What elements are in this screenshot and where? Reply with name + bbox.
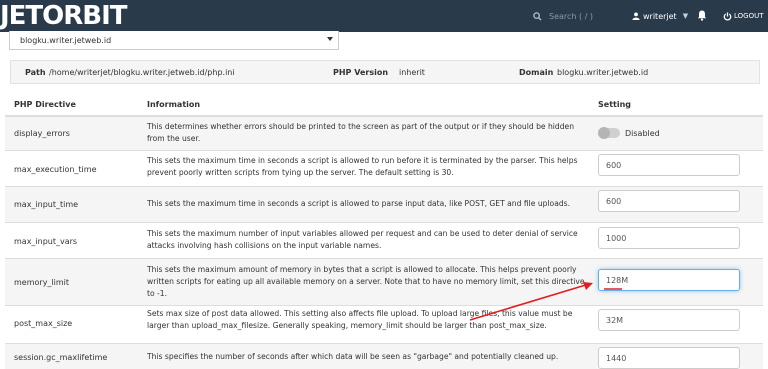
table-row: max_input_time This sets the maximum tim… <box>5 187 763 223</box>
search-box[interactable]: Search ( / ) <box>533 0 593 32</box>
toggle-label: Disabled <box>625 129 660 138</box>
directive-info: This determines whether errors should be… <box>147 122 575 143</box>
username[interactable]: writerjet <box>643 12 677 21</box>
directive-info: This sets the maximum time in seconds a … <box>147 156 578 177</box>
column-header-information: Information <box>147 100 201 109</box>
column-header-setting: Setting <box>598 100 631 109</box>
domain-select-value[interactable]: blogku.writer.jetweb.id <box>20 36 111 45</box>
memory-limit-input[interactable]: 128M <box>598 269 740 291</box>
logout-label[interactable]: LOGOUT <box>734 12 764 20</box>
max-input-time-input[interactable]: 600 <box>598 190 740 212</box>
path-value: /home/writerjet/blogku.writer.jetweb.id/… <box>49 68 235 77</box>
caret-down-icon[interactable] <box>327 37 333 41</box>
directive-name: max_input_time <box>14 200 79 209</box>
search-icon <box>533 11 542 21</box>
table-row: max_input_vars This sets the maximum num… <box>5 223 763 259</box>
directive-name: max_input_vars <box>14 237 78 246</box>
logout-button[interactable]: LOGOUT <box>723 0 764 32</box>
directive-info: This sets the maximum number of input va… <box>147 229 578 250</box>
power-icon <box>723 11 732 21</box>
directive-name: session.gc_maxlifetime <box>14 353 108 362</box>
path-label: Path <box>25 68 46 77</box>
user-menu[interactable]: writerjet ▼ <box>632 0 688 32</box>
max-input-vars-input[interactable]: 1000 <box>598 227 740 249</box>
info-bar: Path /home/writerjet/blogku.writer.jetwe… <box>10 60 760 84</box>
directive-info: This specifies the number of seconds aft… <box>147 352 559 361</box>
directive-name: max_execution_time <box>14 165 97 174</box>
logo[interactable]: JETORBIT <box>0 1 128 31</box>
table-row: display_errors This determines whether e… <box>5 117 763 151</box>
post-max-size-input[interactable]: 32M <box>598 309 740 331</box>
chevron-down-icon[interactable]: ▼ <box>683 12 688 20</box>
table-row: post_max_size Sets max size of post data… <box>5 306 763 344</box>
php-version-value: inherit <box>399 68 425 77</box>
directive-info: This sets the maximum amount of memory i… <box>147 265 585 298</box>
domain-value: blogku.writer.jetweb.id <box>557 68 649 77</box>
domain-label: Domain <box>519 68 554 77</box>
php-version-label: PHP Version <box>333 68 389 77</box>
table-header: PHP Directive Information Setting <box>5 93 763 117</box>
top-navbar: JETORBIT Search ( / ) writerjet ▼ LOGOUT <box>0 0 768 32</box>
directive-name: display_errors <box>14 129 70 138</box>
session-gc-maxlifetime-input[interactable]: 1440 <box>598 347 740 369</box>
display-errors-toggle[interactable] <box>598 127 620 139</box>
directive-name: memory_limit <box>14 278 70 287</box>
directive-info: This sets the maximum time in seconds a … <box>147 199 571 208</box>
max-execution-time-input[interactable]: 600 <box>598 154 740 176</box>
domain-select[interactable]: blogku.writer.jetweb.id <box>9 31 339 50</box>
user-icon <box>632 12 640 20</box>
directive-name: post_max_size <box>14 319 73 328</box>
table-row: max_execution_time This sets the maximum… <box>5 151 763 187</box>
table-row: session.gc_maxlifetime This specifies th… <box>5 344 763 369</box>
bell-icon[interactable] <box>697 10 707 21</box>
column-header-directive: PHP Directive <box>14 100 76 109</box>
table-row: memory_limit This sets the maximum amoun… <box>5 259 763 306</box>
toggle-knob <box>598 127 610 139</box>
search-placeholder[interactable]: Search ( / ) <box>549 12 593 21</box>
directive-info: Sets max size of post data allowed. This… <box>147 309 573 330</box>
